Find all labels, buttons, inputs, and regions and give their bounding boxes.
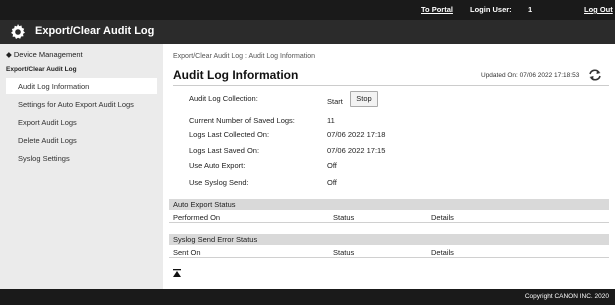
use-auto-export-label: Use Auto Export: <box>189 161 246 170</box>
breadcrumb: Export/Clear Audit Log : Audit Log Infor… <box>173 53 316 60</box>
saved-logs-label: Current Number of Saved Logs: <box>189 116 295 125</box>
sidebar-item-export-audit-logs[interactable]: Export Audit Logs <box>6 114 157 130</box>
sidebar-item-audit-log-information[interactable]: Audit Log Information <box>6 78 157 94</box>
last-saved-value: 07/06 2022 17:15 <box>327 146 386 155</box>
use-syslog-send-value: Off <box>327 178 337 187</box>
column-sent-on: Sent On <box>173 248 201 257</box>
auto-export-status-columns: Performed On Status Details <box>169 211 609 223</box>
use-auto-export-value: Off <box>327 161 337 170</box>
main-content: Export/Clear Audit Log : Audit Log Infor… <box>163 44 615 289</box>
last-collected-value: 07/06 2022 17:18 <box>327 130 386 139</box>
gear-icon <box>11 24 25 39</box>
saved-logs-value: 11 <box>327 116 335 125</box>
last-saved-label: Logs Last Saved On: <box>189 146 260 155</box>
sidebar-section-title: Export/Clear Audit Log <box>6 66 77 73</box>
syslog-error-status-heading: Syslog Send Error Status <box>169 234 609 245</box>
login-user-value: 1 <box>528 5 533 14</box>
last-collected-label: Logs Last Collected On: <box>189 130 270 139</box>
column-details: Details <box>431 248 454 257</box>
updated-timestamp: Updated On: 07/06 2022 17:18:53 <box>481 72 580 79</box>
column-status: Status <box>333 248 355 257</box>
footer: Copyright CANON INC. 2020 <box>0 289 615 305</box>
login-user-label: Login User: <box>470 5 512 14</box>
page-title: Audit Log Information <box>173 68 299 82</box>
auto-export-status-heading: Auto Export Status <box>169 199 609 210</box>
column-details: Details <box>431 213 454 222</box>
sidebar-item-syslog-settings[interactable]: Syslog Settings <box>6 150 157 166</box>
top-bar: To Portal Login User: 1 Log Out <box>0 0 615 20</box>
use-syslog-send-label: Use Syslog Send: <box>189 178 249 187</box>
audit-log-collection-value: Start <box>327 97 343 106</box>
refresh-icon[interactable] <box>588 69 602 81</box>
to-portal-link[interactable]: To Portal <box>421 5 453 14</box>
page-app-title: Export/Clear Audit Log <box>35 25 155 37</box>
column-performed-on: Performed On <box>173 213 221 222</box>
title-bar: Export/Clear Audit Log <box>0 20 615 44</box>
title-divider <box>173 85 609 86</box>
stop-button[interactable]: Stop <box>350 91 378 107</box>
syslog-error-status-columns: Sent On Status Details <box>169 246 609 258</box>
sidebar-item-delete-audit-logs[interactable]: Delete Audit Logs <box>6 132 157 148</box>
device-management-link[interactable]: ◆ Device Management <box>6 50 83 59</box>
audit-log-collection-label: Audit Log Collection: <box>189 94 258 103</box>
sidebar-item-auto-export-settings[interactable]: Settings for Auto Export Audit Logs <box>6 96 157 112</box>
logout-link[interactable]: Log Out <box>584 5 613 14</box>
column-status: Status <box>333 213 355 222</box>
copyright: Copyright CANON INC. 2020 <box>524 293 609 300</box>
sidebar: ◆ Device Management Export/Clear Audit L… <box>0 44 163 289</box>
back-to-top-icon[interactable] <box>173 269 181 278</box>
